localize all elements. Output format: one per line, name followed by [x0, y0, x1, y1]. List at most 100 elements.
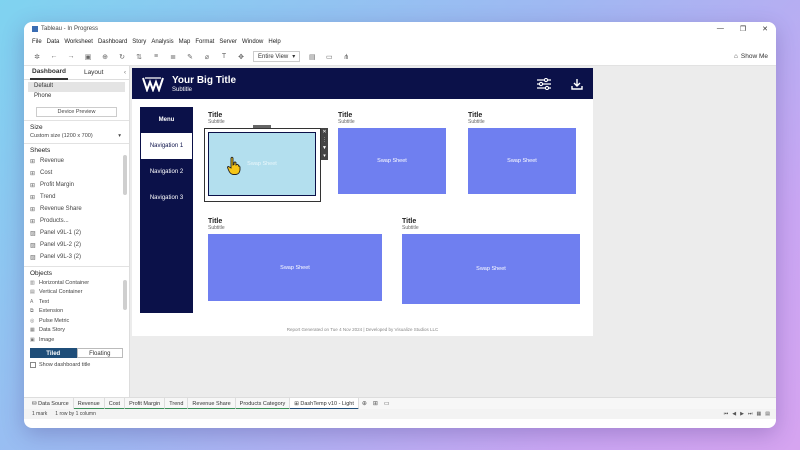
object-item[interactable]: ⧉ Extension	[24, 307, 129, 317]
objects-scrollbar[interactable]	[123, 280, 127, 310]
device-list: Default Phone	[24, 80, 129, 104]
dashboard-tab-active[interactable]: ⊞ DashTemp v10 - Light	[290, 397, 359, 410]
floating-button[interactable]: Floating	[76, 347, 123, 358]
object-item[interactable]: ▦ Data Story	[24, 326, 129, 336]
swap-sheet-2[interactable]: Swap Sheet	[338, 128, 446, 194]
group-icon[interactable]: ⌀	[202, 53, 212, 61]
sheet-tab[interactable]: Revenue Share	[188, 397, 236, 410]
object-item[interactable]: A Text	[24, 297, 129, 307]
close-button[interactable]: ✕	[762, 25, 768, 33]
sheet-tab[interactable]: Trend	[165, 397, 189, 410]
first-page-icon[interactable]: ⏮	[724, 411, 729, 417]
minimize-button[interactable]: —	[717, 25, 724, 33]
nav-item-1[interactable]: Navigation 1	[140, 133, 193, 159]
device-default[interactable]: Default	[28, 82, 125, 92]
dashboard-title: Your Big Title	[172, 74, 237, 86]
fit-dropdown[interactable]: Entire View ▾	[253, 51, 301, 62]
card-subtitle: Subtitle	[338, 119, 355, 125]
menu-story[interactable]: Story	[132, 39, 146, 45]
object-item[interactable]: ▣ Image	[24, 335, 129, 345]
tableau-logo-icon[interactable]: ✲	[32, 53, 42, 61]
menu-help[interactable]: Help	[268, 39, 280, 45]
menu-server[interactable]: Server	[219, 39, 237, 45]
share-icon[interactable]: ⋔	[341, 53, 351, 61]
menu-format[interactable]: Format	[195, 39, 214, 45]
new-dashboard-icon[interactable]: ⊞	[370, 400, 381, 407]
menu-window[interactable]: Window	[242, 39, 263, 45]
last-page-icon[interactable]: ⏭	[748, 411, 753, 417]
prev-page-icon[interactable]: ◀	[732, 411, 736, 417]
menu-dashboard[interactable]: Dashboard	[98, 39, 127, 45]
tab-layout[interactable]: Layout	[82, 66, 106, 79]
sheet-tab[interactable]: Cost	[104, 397, 126, 410]
presentation-mode-icon[interactable]: ▭	[324, 53, 334, 61]
object-item[interactable]: ◎ Pulse Metric	[24, 316, 129, 326]
sheet-item[interactable]: ▨ Panel v9L-2 (2)	[24, 239, 129, 251]
sheet-item[interactable]: ⊞ Cost	[24, 167, 129, 179]
size-dropdown[interactable]: Custom size (1200 x 700) ▾	[24, 132, 129, 140]
more-options-icon[interactable]: ▾	[323, 153, 326, 159]
sheet-tab[interactable]: Profit Margin	[125, 397, 166, 410]
menu-data[interactable]: Data	[47, 39, 60, 45]
swap-sheet-4[interactable]: Swap Sheet	[208, 234, 382, 301]
maximize-button[interactable]: ❐	[740, 25, 746, 33]
tab-dashboard[interactable]: Dashboard	[30, 65, 68, 80]
objects-section-title: Objects	[24, 266, 129, 278]
show-me-button[interactable]: ⌂ Show Me	[734, 53, 768, 60]
sheets-scrollbar[interactable]	[123, 155, 127, 195]
move-handle[interactable]	[253, 125, 271, 128]
new-story-icon[interactable]: ▭	[381, 400, 393, 407]
sheet-tab[interactable]: Products Category	[235, 397, 291, 410]
horizontal-container-icon: ▥	[30, 279, 35, 286]
show-title-checkbox[interactable]	[30, 361, 36, 368]
object-item[interactable]: ▥ Horizontal Container	[24, 278, 129, 288]
sheet-item[interactable]: ⊞ Profit Margin	[24, 179, 129, 191]
dashboard-footer: Report Generated on Tue 4 Nov 2024 | Dev…	[286, 327, 439, 332]
device-phone[interactable]: Phone	[28, 92, 125, 102]
filter-icon[interactable]: ▼	[322, 145, 327, 151]
tab-data-source[interactable]: ⛁ Data Source	[24, 397, 74, 410]
menu-file[interactable]: File	[32, 39, 42, 45]
collapse-panel-icon[interactable]: ‹	[124, 70, 126, 76]
grid-view-icon[interactable]: ▦	[757, 411, 762, 417]
sheet-item[interactable]: ⊞ Products...	[24, 215, 129, 227]
sort-ascending-icon[interactable]: ≡	[151, 53, 161, 60]
refresh-icon[interactable]: ↻	[117, 53, 127, 61]
forward-arrow-icon[interactable]: →	[66, 53, 76, 60]
sheet-item[interactable]: ▨ Panel v9L-3 (2)	[24, 251, 129, 263]
sheet-item[interactable]: ⊞ Revenue	[24, 155, 129, 167]
show-cards-icon[interactable]: ▤	[307, 53, 317, 61]
swap-axes-icon[interactable]: ⇅	[134, 53, 144, 61]
swap-sheet-3[interactable]: Swap Sheet	[468, 128, 576, 194]
label-icon[interactable]: T	[219, 53, 229, 60]
sheet-tab[interactable]: Revenue	[73, 397, 105, 410]
save-icon[interactable]: ▣	[83, 53, 93, 61]
next-page-icon[interactable]: ▶	[740, 411, 744, 417]
remove-icon[interactable]: ✕	[322, 129, 326, 135]
object-item[interactable]: ▤ Vertical Container	[24, 288, 129, 298]
sheet-item[interactable]: ▨ Panel v9L-1 (2)	[24, 227, 129, 239]
back-arrow-icon[interactable]: ←	[49, 53, 59, 60]
list-view-icon[interactable]: ▤	[765, 411, 770, 417]
nav-item-3[interactable]: Navigation 3	[140, 185, 193, 211]
sheet-item[interactable]: ⊞ Revenue Share	[24, 203, 129, 215]
sheet-label: Trend	[40, 194, 56, 200]
swap-sheet-1[interactable]: Swap Sheet	[208, 132, 316, 196]
new-data-source-icon[interactable]: ⊕	[100, 53, 110, 61]
highlight-icon[interactable]: ✎	[185, 53, 195, 61]
filter-sliders-icon[interactable]	[537, 77, 551, 90]
download-icon[interactable]	[571, 78, 583, 90]
show-dashboard-title-option[interactable]: Show dashboard title	[24, 361, 129, 369]
swap-sheet-5[interactable]: Swap Sheet	[402, 234, 580, 304]
sort-descending-icon[interactable]: ≣	[168, 53, 178, 61]
nav-item-2[interactable]: Navigation 2	[140, 159, 193, 185]
tiled-button[interactable]: Tiled	[30, 347, 77, 358]
drag-icon[interactable]: ⋮	[322, 137, 327, 143]
new-worksheet-icon[interactable]: ⊕	[359, 400, 370, 407]
menu-worksheet[interactable]: Worksheet	[64, 39, 93, 45]
device-preview-button[interactable]: Device Preview	[36, 107, 117, 117]
fix-axes-icon[interactable]: ✥	[236, 53, 246, 61]
menu-analysis[interactable]: Analysis	[151, 39, 173, 45]
menu-map[interactable]: Map	[179, 39, 191, 45]
sheet-item[interactable]: ⊞ Trend	[24, 191, 129, 203]
